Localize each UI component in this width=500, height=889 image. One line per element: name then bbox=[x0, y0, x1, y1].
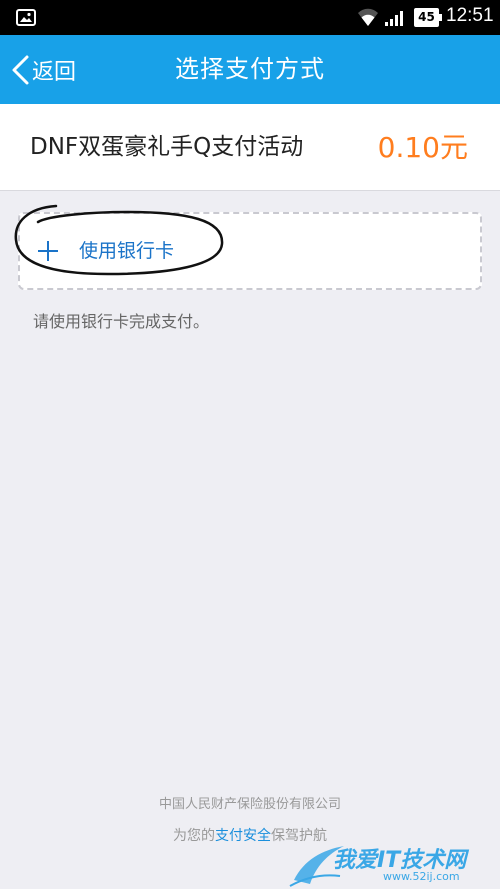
nav-bar: 选择支付方式 返回 bbox=[0, 35, 500, 104]
status-time: 12:51 bbox=[446, 5, 494, 26]
product-name: DNF双蛋豪礼手Q支付活动 bbox=[30, 134, 304, 160]
payment-hint: 请使用银行卡完成支付。 bbox=[33, 312, 210, 331]
watermark-swoosh-icon bbox=[289, 846, 344, 887]
signal-icon bbox=[385, 11, 403, 26]
use-bank-card-button[interactable]: 使用银行卡 bbox=[18, 212, 482, 290]
screen: 45 12:51 选择支付方式 返回 DNF双蛋豪礼手Q支付活动 0.10元 使… bbox=[0, 0, 500, 889]
security-highlight: 支付安全 bbox=[215, 828, 271, 844]
site-watermark: 我爱IT技术网 www.52ij.com bbox=[288, 840, 500, 889]
back-label: 返回 bbox=[32, 59, 77, 85]
security-guarantee-text: 为您的支付安全保驾护航 bbox=[0, 825, 500, 845]
battery-level: 45 bbox=[414, 8, 439, 27]
back-button[interactable]: 返回 bbox=[10, 35, 110, 104]
watermark-url: www.52ij.com bbox=[383, 870, 460, 883]
gallery-notification-icon bbox=[16, 9, 36, 26]
battery-icon: 45 bbox=[414, 8, 442, 27]
chevron-left-icon bbox=[12, 55, 29, 84]
use-bank-card-label: 使用银行卡 bbox=[79, 240, 175, 262]
status-bar: 45 12:51 bbox=[0, 0, 500, 35]
plus-icon bbox=[38, 241, 58, 261]
watermark-title: 我爱IT技术网 bbox=[333, 848, 467, 873]
security-prefix: 为您的 bbox=[173, 828, 215, 844]
wifi-icon bbox=[358, 8, 378, 26]
product-price: 0.10元 bbox=[377, 131, 468, 164]
order-summary: DNF双蛋豪礼手Q支付活动 0.10元 bbox=[0, 104, 500, 191]
security-suffix: 保驾护航 bbox=[271, 828, 327, 844]
insurance-company-text: 中国人民财产保险股份有限公司 bbox=[158, 797, 341, 812]
